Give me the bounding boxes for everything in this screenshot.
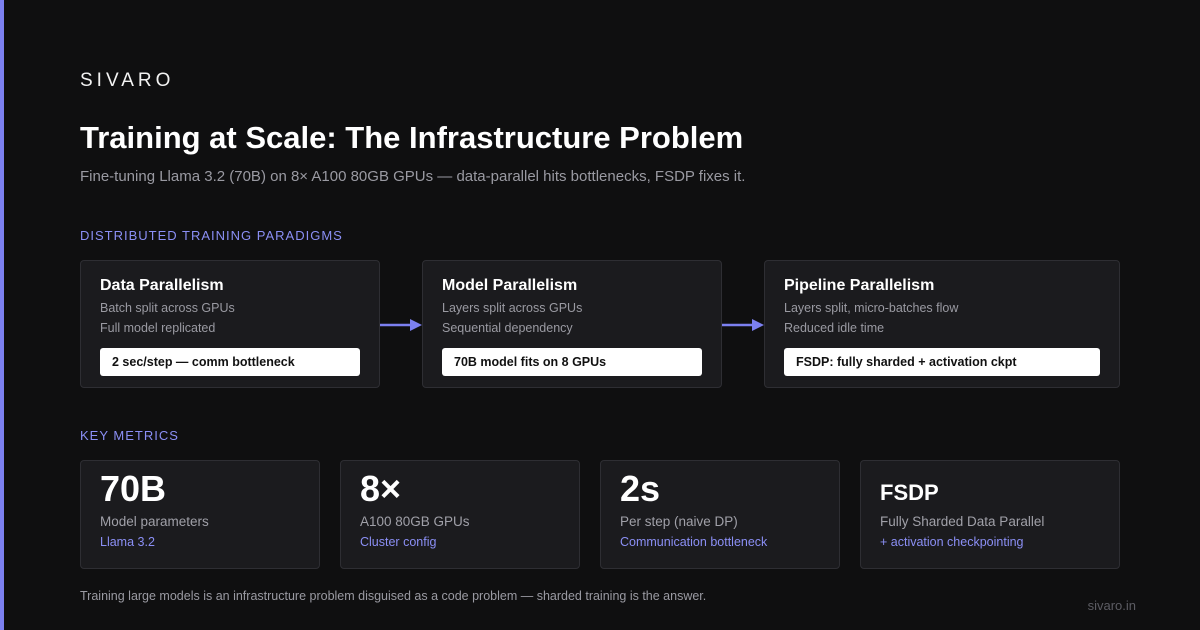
metric-value: FSDP: [880, 480, 939, 505]
metric-card-parameters: 70B Model parameters Llama 3.2: [80, 460, 320, 569]
paradigm-detail: Layers split, micro-batches flow: [784, 301, 959, 315]
paradigm-detail: Layers split across GPUs: [442, 301, 583, 315]
section-label-paradigms: DISTRIBUTED TRAINING PARADIGMS: [80, 228, 343, 243]
paradigm-card-model-parallelism: Model Parallelism Layers split across GP…: [422, 260, 722, 388]
metric-sub: Llama 3.2: [100, 535, 155, 549]
paradigm-chip: FSDP: fully sharded + activation ckpt: [784, 348, 1100, 376]
paradigm-title: Model Parallelism: [442, 277, 578, 294]
paradigm-chip: 70B model fits on 8 GPUs: [442, 348, 702, 376]
metric-card-step-time: 2s Per step (naive DP) Communication bot…: [600, 460, 840, 569]
metric-value: 8×: [360, 468, 402, 509]
metric-sub: Communication bottleneck: [620, 535, 768, 549]
metric-label: Per step (naive DP): [620, 514, 738, 529]
footer-note: Training large models is an infrastructu…: [80, 589, 707, 603]
paradigm-detail: Reduced idle time: [784, 321, 885, 335]
metric-label: Fully Sharded Data Parallel: [880, 514, 1045, 529]
paradigm-chip: 2 sec/step — comm bottleneck: [100, 348, 360, 376]
metric-label: A100 80GB GPUs: [360, 514, 470, 529]
metric-value: 70B: [100, 468, 167, 509]
footer-domain: sivaro.in: [1087, 598, 1136, 613]
paradigm-detail: Full model replicated: [100, 321, 216, 335]
metric-card-gpus: 8× A100 80GB GPUs Cluster config: [340, 460, 580, 569]
paradigm-detail: Batch split across GPUs: [100, 301, 235, 315]
metric-card-fsdp: FSDP Fully Sharded Data Parallel + activ…: [860, 460, 1120, 569]
page-title: Training at Scale: The Infrastructure Pr…: [80, 120, 744, 155]
section-label-metrics: KEY METRICS: [80, 428, 179, 443]
arrow-right-icon: [380, 319, 422, 331]
metric-value: 2s: [620, 468, 661, 509]
metric-sub: Cluster config: [360, 535, 437, 549]
page-subtitle: Fine-tuning Llama 3.2 (70B) on 8× A100 8…: [80, 168, 746, 185]
paradigm-card-data-parallelism: Data Parallelism Batch split across GPUs…: [80, 260, 380, 388]
brand-logo: SIVARO: [80, 70, 175, 91]
accent-bar: [0, 0, 4, 630]
paradigm-card-pipeline-parallelism: Pipeline Parallelism Layers split, micro…: [764, 260, 1120, 388]
paradigm-detail: Sequential dependency: [442, 321, 573, 335]
paradigm-title: Data Parallelism: [100, 277, 224, 294]
metric-label: Model parameters: [100, 514, 209, 529]
paradigm-title: Pipeline Parallelism: [784, 277, 935, 294]
arrow-right-icon: [722, 319, 764, 331]
metric-sub: + activation checkpointing: [880, 535, 1024, 549]
